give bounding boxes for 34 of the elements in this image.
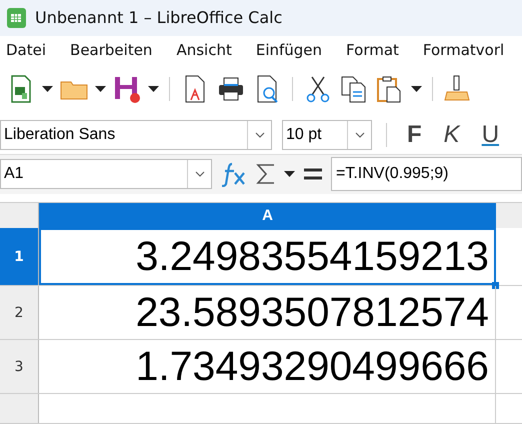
caret-icon[interactable]: [411, 86, 422, 92]
menu-item[interactable]: Format: [346, 40, 399, 59]
equals-icon[interactable]: [303, 166, 323, 182]
sum-icon[interactable]: [256, 162, 276, 186]
chevron-icon: [194, 171, 204, 178]
name-box[interactable]: A1: [0, 159, 212, 190]
menu-item[interactable]: Einfügen: [256, 40, 322, 59]
italic-button[interactable]: K: [438, 120, 466, 149]
chevron-icon: [354, 132, 364, 138]
formula-input[interactable]: =T.INV(0.995;9): [331, 157, 522, 192]
row-header[interactable]: 1: [0, 228, 39, 286]
caret-icon[interactable]: [42, 86, 53, 92]
window-title: Unbenannt 1 – LibreOffice Calc: [35, 8, 282, 28]
table-cell[interactable]: 3.24983554159213: [39, 228, 496, 286]
table-cell[interactable]: 1.73493290499666: [39, 340, 496, 394]
spreadsheet-icon: [7, 8, 26, 28]
menu-item[interactable]: Ansicht: [176, 40, 232, 59]
function-wizard-icon[interactable]: [220, 161, 248, 188]
column-header[interactable]: A: [39, 203, 496, 228]
menu-item[interactable]: Datei: [6, 40, 46, 59]
chevron-icon: [254, 132, 264, 138]
row-header[interactable]: 3: [0, 340, 39, 394]
menu-item[interactable]: Formatvorl: [422, 40, 504, 59]
table-cell[interactable]: 23.5893507812574: [39, 286, 496, 340]
caret-icon[interactable]: [148, 86, 159, 92]
caret-icon[interactable]: [95, 86, 106, 92]
caret-icon[interactable]: [284, 171, 295, 178]
row-header[interactable]: 2: [0, 286, 39, 340]
menu-item[interactable]: Bearbeiten: [70, 40, 152, 59]
underline-button[interactable]: U: [476, 120, 506, 149]
font-name-field[interactable]: Liberation Sans: [0, 120, 272, 150]
font-size-field[interactable]: 10 pt: [282, 120, 372, 150]
bold-button[interactable]: F: [401, 120, 428, 149]
fill-handle[interactable]: [492, 282, 499, 290]
